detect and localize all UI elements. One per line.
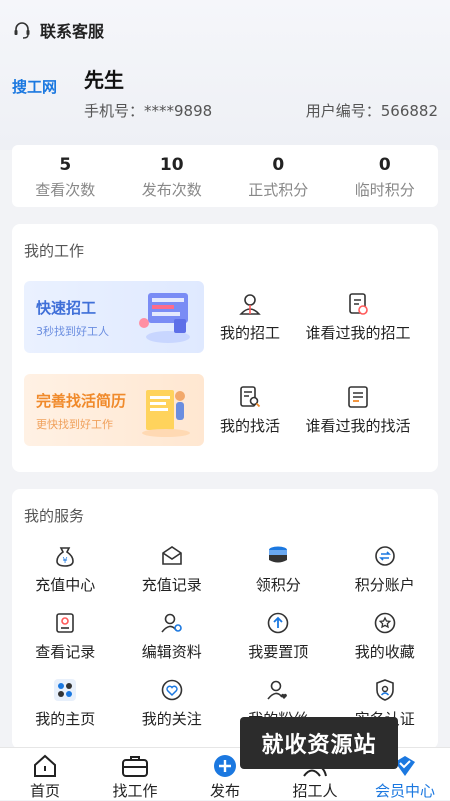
tab-label: 会员中心 (374, 782, 435, 800)
service-points-account[interactable]: 积分账户 (332, 544, 439, 595)
my-job-search[interactable]: 我的找活 (206, 385, 294, 436)
stat-label: 发布次数 (141, 181, 202, 199)
brand-logo: 搜工网 (12, 78, 58, 96)
recruit-viewers[interactable]: 谁看过我的招工 (294, 292, 422, 343)
stat-value: 5 (59, 155, 72, 175)
record-icon (56, 613, 75, 633)
quick-recruit-banner[interactable]: 快速招工 3秒找到好工人 (24, 281, 204, 353)
service-label: 充值记录 (141, 576, 202, 594)
banner-title: 完善找活简历 (36, 392, 127, 410)
profile-section: 搜工网 先生 手机号：****9898 用户编号：566882 (12, 62, 438, 122)
money-bag-icon: ¥ (56, 547, 75, 567)
service-label: 我的主页 (35, 710, 96, 728)
service-favorites[interactable]: 我的收藏 (332, 611, 439, 662)
watermark-overlay: 就收资源站 (240, 717, 398, 769)
stat-label: 正式积分 (248, 181, 309, 199)
user-phone: 手机号：****9898 (84, 102, 213, 120)
service-edit-profile[interactable]: 编辑资料 (119, 611, 226, 662)
briefcase-icon (122, 756, 148, 777)
home-grid-icon (54, 679, 77, 701)
job-search-viewers[interactable]: 谁看过我的找活 (294, 385, 422, 436)
tab-find-job[interactable]: 找工作 (90, 748, 180, 800)
coins-icon (269, 546, 288, 563)
service-home-page[interactable]: 我的主页 (12, 678, 119, 729)
edit-profile-icon (161, 613, 182, 633)
home-icon (34, 754, 56, 777)
service-label: 我的收藏 (354, 643, 415, 661)
recruit-illustration-icon (139, 293, 190, 343)
stat-value: 0 (272, 155, 285, 175)
worker-icon (239, 294, 261, 315)
tab-label: 招工人 (292, 782, 338, 800)
user-name: 先生 (84, 68, 124, 92)
resume-banner[interactable]: 完善找活简历 更快找到好工作 (24, 374, 204, 446)
favorite-icon (374, 612, 396, 634)
heart-icon (161, 679, 183, 701)
my-work-card: 我的工作 快速招工 3秒找到好工人 完善找活简历 更快找到好工作 我的招工 谁看… (12, 224, 438, 472)
svg-text:¥: ¥ (63, 556, 68, 565)
service-claim-points[interactable]: 领积分 (225, 544, 332, 595)
work-item-label: 我的找活 (219, 417, 280, 435)
doc-search-icon (240, 386, 261, 408)
service-following[interactable]: 我的关注 (119, 678, 226, 729)
user-id: 用户编号：566882 (305, 102, 438, 120)
stat-temp-points[interactable]: 0 临时积分 (332, 145, 439, 207)
upload-top-icon (267, 612, 289, 634)
service-view-records[interactable]: 查看记录 (12, 611, 119, 662)
doc-view-icon (349, 293, 368, 315)
service-label: 编辑资料 (141, 643, 202, 661)
service-label: 充值中心 (35, 576, 96, 594)
stat-views[interactable]: 5 查看次数 (12, 145, 119, 207)
stat-value: 10 (159, 155, 184, 175)
banner-subtitle: 更快找到好工作 (36, 418, 113, 431)
service-pin-top[interactable]: 我要置顶 (225, 611, 332, 662)
my-services-card: 我的服务 ¥ 充值中心 充值记录 领积分 积分账户 查看记录 编辑资料 我要置顶… (12, 489, 438, 749)
section-title: 我的工作 (24, 242, 85, 260)
banner-title: 快速招工 (36, 299, 97, 317)
stat-posts[interactable]: 10 发布次数 (119, 145, 226, 207)
headset-icon (14, 22, 30, 39)
service-recharge-records[interactable]: 充值记录 (119, 544, 226, 595)
section-title: 我的服务 (24, 507, 85, 525)
envelope-icon (161, 546, 182, 565)
banner-subtitle: 3秒找到好工人 (36, 325, 109, 338)
service-label: 查看记录 (35, 643, 96, 661)
shield-icon (375, 679, 394, 701)
tab-home[interactable]: 首页 (0, 748, 90, 800)
account-icon (374, 546, 395, 566)
work-item-label: 谁看过我的招工 (305, 324, 411, 342)
tab-label: 发布 (209, 782, 240, 800)
plus-icon (214, 755, 236, 777)
stat-value: 0 (378, 155, 391, 175)
support-label: 联系客服 (40, 22, 105, 41)
my-recruit[interactable]: 我的招工 (206, 292, 294, 343)
work-item-label: 我的招工 (219, 324, 280, 342)
services-grid: ¥ 充值中心 充值记录 领积分 积分账户 查看记录 编辑资料 我要置顶 我的收藏… (12, 544, 438, 729)
service-recharge-center[interactable]: ¥ 充值中心 (12, 544, 119, 595)
service-label: 积分账户 (354, 576, 415, 594)
list-doc-icon (348, 386, 368, 408)
tab-label: 首页 (29, 782, 60, 800)
stats-panel: 5 查看次数 10 发布次数 0 正式积分 0 临时积分 (12, 145, 438, 207)
stat-formal-points[interactable]: 0 正式积分 (225, 145, 332, 207)
stat-label: 查看次数 (35, 181, 96, 199)
service-label: 我要置顶 (248, 643, 309, 661)
tab-label: 找工作 (112, 782, 158, 800)
resume-illustration-icon (142, 390, 190, 437)
support-link[interactable]: 联系客服 (12, 18, 104, 42)
service-label: 领积分 (255, 576, 301, 594)
service-label: 我的关注 (141, 710, 202, 728)
fans-icon (267, 680, 288, 700)
stat-label: 临时积分 (354, 181, 415, 199)
work-item-label: 谁看过我的找活 (305, 417, 411, 435)
